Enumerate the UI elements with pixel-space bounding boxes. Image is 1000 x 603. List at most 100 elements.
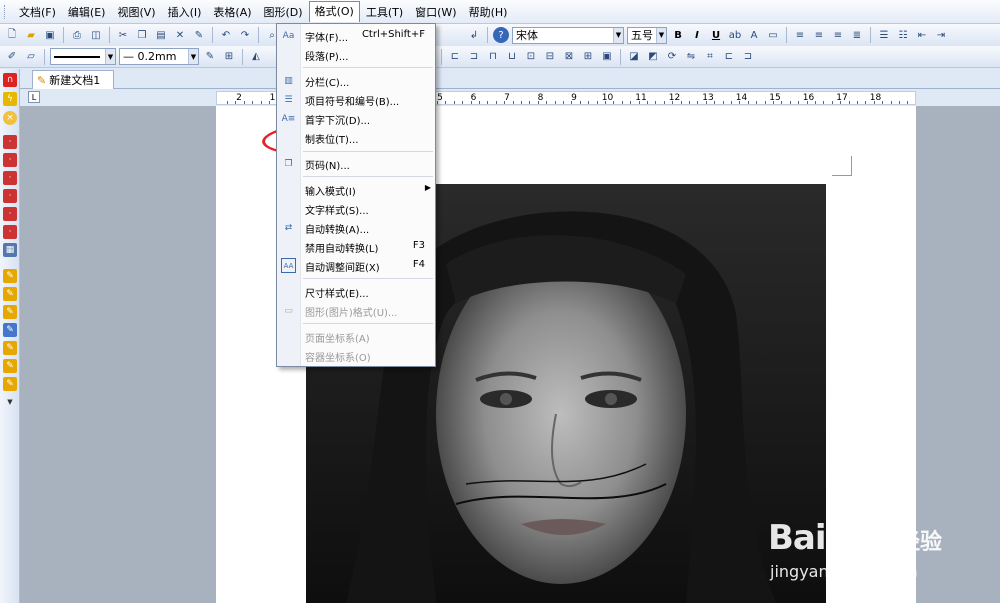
line-color-icon[interactable]: ✎ [202, 49, 218, 65]
fill-color-icon[interactable]: ⊞ [221, 49, 237, 65]
menu-edit[interactable]: 编辑(E) [62, 2, 112, 22]
cancel-icon[interactable]: × [3, 111, 17, 125]
pen-tool-6-icon[interactable]: ✎ [3, 359, 17, 373]
menu-item-bullets[interactable]: ☰ 项目符号和编号(B)... [277, 90, 435, 109]
decrease-indent-icon[interactable]: ⇤ [914, 27, 930, 43]
snap-center-icon[interactable]: · [3, 153, 17, 167]
menu-item-text-style[interactable]: 文字样式(S)... [277, 199, 435, 218]
menu-view[interactable]: 视图(V) [111, 2, 161, 22]
snap-grid-icon[interactable]: ▦ [3, 243, 17, 257]
distribute-h-icon[interactable]: ⊠ [561, 49, 577, 65]
cut-icon[interactable]: ✂ [115, 27, 131, 43]
menu-item-disable-auto-convert[interactable]: 禁用自动转换(L) F3 [277, 237, 435, 256]
group-icon[interactable]: ▣ [599, 49, 615, 65]
menu-item-auto-convert[interactable]: ⇄ 自动转换(A)... [277, 218, 435, 237]
draw-icon[interactable]: ✐ [4, 49, 20, 65]
delete-icon[interactable]: ✕ [172, 27, 188, 43]
menu-item-input-mode[interactable]: 输入模式(I) ▶ [277, 180, 435, 199]
paint-bucket-icon[interactable]: ◭ [248, 49, 264, 65]
send-back-icon[interactable]: ◩ [645, 49, 661, 65]
menu-item-auto-spacing[interactable]: AA 自动调整间距(X) F4 [277, 256, 435, 275]
ruler-tick [899, 101, 900, 104]
open-folder-icon[interactable]: ▰ [23, 27, 39, 43]
pen-tool-7-icon[interactable]: ✎ [3, 377, 17, 391]
menu-item-dimension-style[interactable]: 尺寸样式(E)... [277, 282, 435, 301]
pen-tool-2-icon[interactable]: ✎ [3, 287, 17, 301]
align-objects-right-icon[interactable]: ⊓ [485, 49, 501, 65]
print-icon[interactable]: ⎙ [69, 27, 85, 43]
font-size-select[interactable]: 五号 ▼ [627, 26, 667, 44]
align-center-icon[interactable]: ≡ [811, 27, 827, 43]
paragraph-mark-icon[interactable]: ↲ [466, 27, 482, 43]
menu-item-label: 容器坐标系(O) [305, 353, 371, 364]
undo-icon[interactable]: ↶ [218, 27, 234, 43]
align-left-icon[interactable]: ≡ [792, 27, 808, 43]
snap-mid-icon[interactable]: · [3, 189, 17, 203]
menu-item-columns[interactable]: ▥ 分栏(C)... [277, 71, 435, 90]
scroll-down-icon[interactable]: ▼ [3, 395, 17, 409]
bold-icon[interactable]: B [670, 27, 686, 43]
edit-shape-icon[interactable]: ▱ [23, 49, 39, 65]
align-right-icon[interactable]: ≡ [830, 27, 846, 43]
redo-icon[interactable]: ↷ [237, 27, 253, 43]
print-preview-icon[interactable]: ◫ [88, 27, 104, 43]
menu-format[interactable]: 格式(O) [308, 1, 360, 22]
lock-icon[interactable]: ⊐ [740, 49, 756, 65]
menu-item-tab-stops[interactable]: 制表位(T)... [277, 128, 435, 147]
menu-separator [303, 151, 433, 152]
lightning-icon[interactable]: ϟ [3, 92, 17, 106]
menu-graphics[interactable]: 图形(D) [258, 2, 309, 22]
magnet-icon[interactable]: ∩ [3, 73, 17, 87]
menu-tools[interactable]: 工具(T) [360, 2, 409, 22]
save-icon[interactable]: ▣ [42, 27, 58, 43]
line-width-select[interactable]: — 0.2mm ▼ [119, 48, 199, 65]
highlight-icon[interactable]: ▭ [765, 27, 781, 43]
bullet-list-icon[interactable]: ☰ [876, 27, 892, 43]
bring-front-icon[interactable]: ◪ [626, 49, 642, 65]
menu-help[interactable]: 帮助(H) [463, 2, 514, 22]
pen-tool-5-icon[interactable]: ✎ [3, 341, 17, 355]
increase-indent-icon[interactable]: ⇥ [933, 27, 949, 43]
wrap-icon[interactable]: ⊏ [721, 49, 737, 65]
menu-item-dropcap[interactable]: A≡ 首字下沉(D)... [277, 109, 435, 128]
crop-icon[interactable]: ⌗ [702, 49, 718, 65]
paste-icon[interactable]: ▤ [153, 27, 169, 43]
menu-insert[interactable]: 插入(I) [162, 2, 208, 22]
strikethrough-icon[interactable]: ab [727, 27, 743, 43]
align-objects-left-icon[interactable]: ⊏ [447, 49, 463, 65]
snap-point-icon[interactable]: · [3, 135, 17, 149]
tab-stop-selector[interactable]: L [28, 91, 40, 103]
align-objects-center-icon[interactable]: ⊐ [466, 49, 482, 65]
menu-window[interactable]: 窗口(W) [409, 2, 462, 22]
font-name-select[interactable]: 宋体 ▼ [512, 26, 624, 44]
flip-icon[interactable]: ⇋ [683, 49, 699, 65]
rotate-icon[interactable]: ⟳ [664, 49, 680, 65]
pen-tool-icon[interactable]: ✎ [3, 269, 17, 283]
italic-icon[interactable]: I [689, 27, 705, 43]
align-objects-bottom-icon[interactable]: ⊟ [542, 49, 558, 65]
new-document-icon[interactable]: 🗋 [4, 27, 20, 43]
menu-item-paragraph[interactable]: 段落(P)... [277, 45, 435, 64]
numbered-list-icon[interactable]: ☷ [895, 27, 911, 43]
menubar-grip [4, 4, 7, 19]
pen-tool-3-icon[interactable]: ✎ [3, 305, 17, 319]
menu-file[interactable]: 文档(F) [13, 2, 62, 22]
font-color-icon[interactable]: A [746, 27, 762, 43]
snap-corner-icon[interactable]: · [3, 225, 17, 239]
copy-icon[interactable]: ❐ [134, 27, 150, 43]
align-objects-top-icon[interactable]: ⊔ [504, 49, 520, 65]
snap-edge-icon[interactable]: · [3, 207, 17, 221]
align-objects-middle-icon[interactable]: ⊡ [523, 49, 539, 65]
snap-end-icon[interactable]: · [3, 171, 17, 185]
help-icon[interactable]: ? [493, 27, 509, 43]
pen-tool-4-icon[interactable]: ✎ [3, 323, 17, 337]
justify-icon[interactable]: ≣ [849, 27, 865, 43]
distribute-v-icon[interactable]: ⊞ [580, 49, 596, 65]
underline-icon[interactable]: U [708, 27, 724, 43]
line-style-select[interactable]: ▼ [50, 48, 116, 65]
menu-item-page-number[interactable]: ❐ 页码(N)... [277, 154, 435, 173]
format-painter-icon[interactable]: ✎ [191, 27, 207, 43]
menu-table[interactable]: 表格(A) [207, 2, 257, 22]
tab-document[interactable]: ✎ 新建文档1 [32, 70, 114, 89]
menu-item-font[interactable]: Aa 字体(F)... Ctrl+Shift+F [277, 26, 435, 45]
